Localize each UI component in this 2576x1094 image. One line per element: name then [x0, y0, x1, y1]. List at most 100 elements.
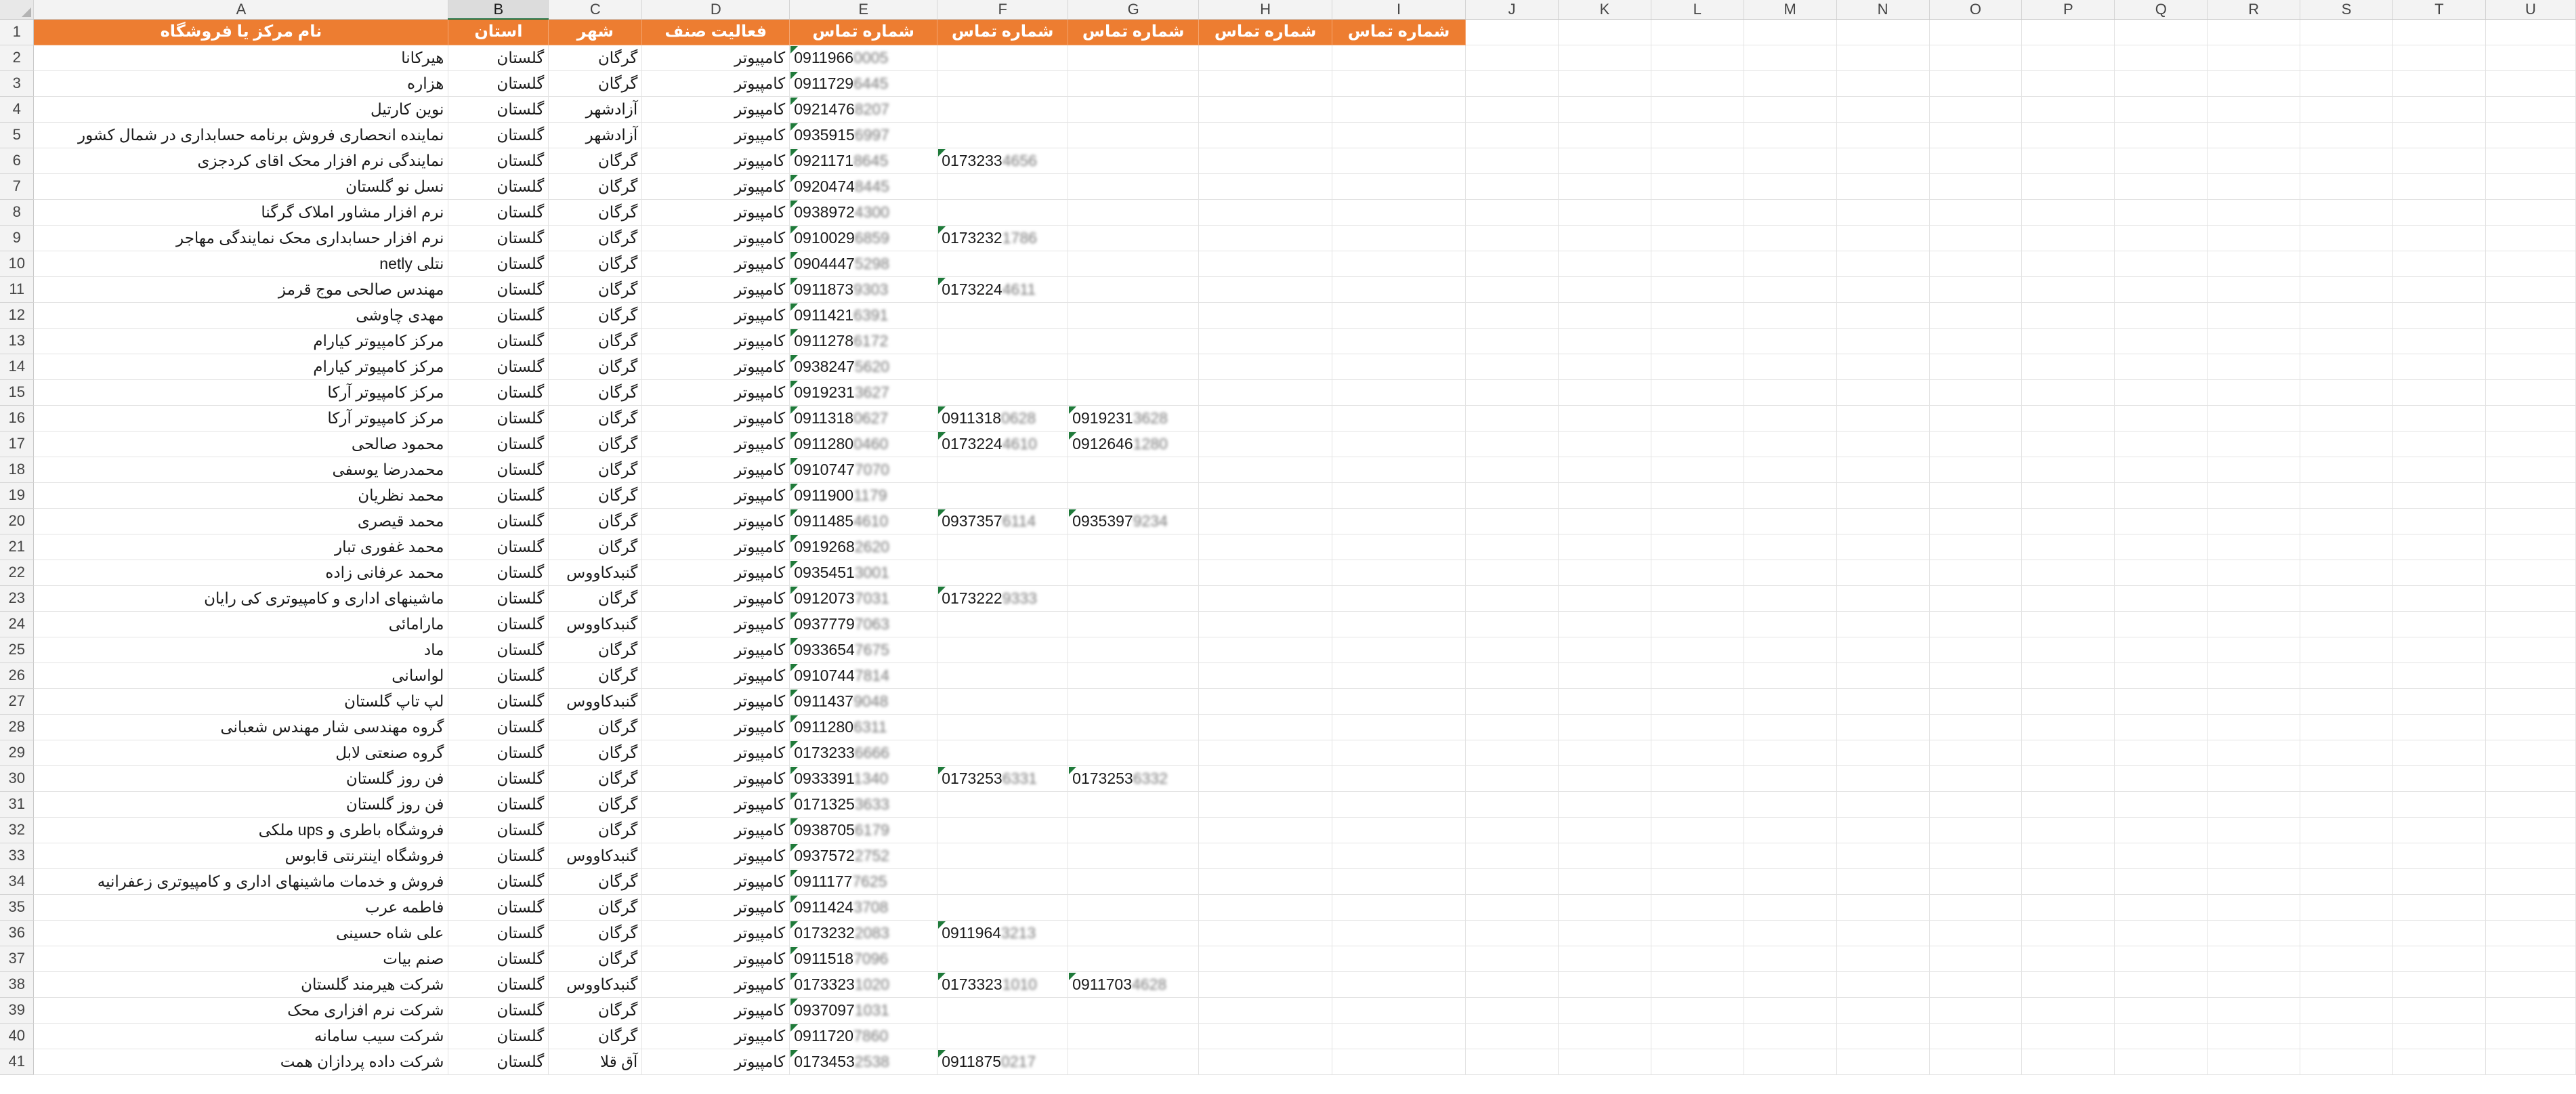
empty-cell[interactable]: [2485, 740, 2576, 766]
empty-cell[interactable]: [1558, 843, 1651, 869]
empty-cell[interactable]: [1836, 302, 1930, 329]
empty-cell[interactable]: [1651, 585, 1744, 612]
empty-cell[interactable]: [2392, 791, 2486, 818]
cell-province[interactable]: گلستان: [448, 868, 549, 895]
cell-phone-1[interactable]: 09117207860: [789, 1023, 938, 1049]
column-header-n[interactable]: N: [1836, 0, 1930, 20]
select-all-corner[interactable]: [0, 0, 35, 20]
empty-cell[interactable]: [1651, 534, 1744, 560]
empty-cell[interactable]: [1198, 997, 1333, 1024]
cell-phone-3[interactable]: [1068, 199, 1200, 226]
cell-phone-1[interactable]: 09382475620: [789, 354, 938, 380]
cell-city[interactable]: گرگان: [548, 637, 643, 663]
empty-cell[interactable]: [1465, 199, 1559, 226]
cell-phone-2[interactable]: 01732244611: [937, 276, 1069, 303]
empty-cell[interactable]: [2207, 611, 2301, 637]
empty-cell[interactable]: [1465, 405, 1559, 432]
cell-phone-1[interactable]: 09114216391: [789, 302, 938, 329]
column-header-d[interactable]: D: [641, 0, 790, 20]
empty-cell[interactable]: [2392, 688, 2486, 715]
row-number[interactable]: 25: [0, 637, 35, 663]
empty-cell[interactable]: [1332, 585, 1466, 612]
row-number[interactable]: 12: [0, 302, 35, 329]
empty-cell[interactable]: [2485, 611, 2576, 637]
empty-cell[interactable]: [1744, 971, 1837, 998]
cell-phone-1[interactable]: 09333911340: [789, 765, 938, 792]
cell-province[interactable]: گلستان: [448, 534, 549, 560]
empty-cell[interactable]: [1198, 457, 1333, 483]
empty-cell[interactable]: [2207, 225, 2301, 251]
empty-cell[interactable]: [2300, 688, 2393, 715]
cell-shop-name[interactable]: فاطمه عرب: [33, 894, 449, 921]
empty-cell[interactable]: [2114, 19, 2208, 45]
empty-cell[interactable]: [1744, 302, 1837, 329]
empty-cell[interactable]: [1465, 328, 1559, 354]
empty-cell[interactable]: [1198, 868, 1333, 895]
cell-phone-1[interactable]: 09117296445: [789, 70, 938, 97]
empty-cell[interactable]: [2300, 173, 2393, 200]
empty-cell[interactable]: [1836, 276, 1930, 303]
empty-cell[interactable]: [1198, 1023, 1333, 1049]
cell-activity[interactable]: کامپیوتر: [641, 70, 790, 97]
cell-phone-1[interactable]: 09115187096: [789, 946, 938, 972]
empty-cell[interactable]: [1198, 45, 1333, 71]
empty-cell[interactable]: [1929, 997, 2023, 1024]
empty-cell[interactable]: [2021, 791, 2115, 818]
cell-shop-name[interactable]: مارامائی: [33, 611, 449, 637]
empty-cell[interactable]: [2207, 482, 2301, 509]
cell-shop-name[interactable]: نتلی netly: [33, 251, 449, 277]
cell-province[interactable]: گلستان: [448, 482, 549, 509]
cell-province[interactable]: گلستان: [448, 920, 549, 946]
empty-cell[interactable]: [1836, 328, 1930, 354]
cell-activity[interactable]: کامپیوتر: [641, 714, 790, 740]
cell-activity[interactable]: کامپیوتر: [641, 173, 790, 200]
empty-cell[interactable]: [1465, 817, 1559, 843]
cell-phone-2[interactable]: [937, 791, 1069, 818]
cell-phone-2[interactable]: [937, 302, 1069, 329]
empty-cell[interactable]: [1929, 96, 2023, 123]
empty-cell[interactable]: [1558, 791, 1651, 818]
empty-cell[interactable]: [1198, 354, 1333, 380]
empty-cell[interactable]: [2392, 379, 2486, 406]
row-number[interactable]: 16: [0, 405, 35, 432]
cell-phone-1[interactable]: 09111777625: [789, 868, 938, 895]
row-number[interactable]: 2: [0, 45, 35, 71]
cell-province[interactable]: گلستان: [448, 791, 549, 818]
empty-cell[interactable]: [1929, 19, 2023, 45]
column-header-k[interactable]: K: [1558, 0, 1651, 20]
empty-cell[interactable]: [2207, 173, 2301, 200]
empty-cell[interactable]: [1744, 662, 1837, 689]
empty-cell[interactable]: [1929, 148, 2023, 174]
empty-cell[interactable]: [1744, 920, 1837, 946]
cell-city[interactable]: گرگان: [548, 1023, 643, 1049]
cell-shop-name[interactable]: شرکت نرم افزاری محک: [33, 997, 449, 1024]
empty-cell[interactable]: [1198, 740, 1333, 766]
empty-cell[interactable]: [1836, 843, 1930, 869]
empty-cell[interactable]: [2021, 714, 2115, 740]
cell-activity[interactable]: کامپیوتر: [641, 611, 790, 637]
cell-phone-2[interactable]: 01733231010: [937, 971, 1069, 998]
empty-cell[interactable]: [1836, 585, 1930, 612]
cell-shop-name[interactable]: مرکز کامپیوتر آرکا: [33, 405, 449, 432]
empty-cell[interactable]: [2300, 740, 2393, 766]
cell-phone-2[interactable]: 01732334656: [937, 148, 1069, 174]
cell-province[interactable]: گلستان: [448, 637, 549, 663]
cell-province[interactable]: گلستان: [448, 225, 549, 251]
empty-cell[interactable]: [2207, 302, 2301, 329]
empty-cell[interactable]: [1465, 997, 1559, 1024]
empty-cell[interactable]: [2485, 148, 2576, 174]
empty-cell[interactable]: [2392, 328, 2486, 354]
cell-shop-name[interactable]: نرم افزار حسابداری محک نمایندگی مهاجر: [33, 225, 449, 251]
empty-cell[interactable]: [2021, 637, 2115, 663]
row-number[interactable]: 1: [0, 19, 35, 45]
empty-cell[interactable]: [2300, 354, 2393, 380]
cell-phone-2[interactable]: 01732244610: [937, 431, 1069, 457]
cell-province[interactable]: گلستان: [448, 354, 549, 380]
empty-cell[interactable]: [2485, 457, 2576, 483]
empty-cell[interactable]: [1836, 1023, 1930, 1049]
empty-cell[interactable]: [1332, 328, 1466, 354]
empty-cell[interactable]: [2114, 302, 2208, 329]
empty-cell[interactable]: [1198, 379, 1333, 406]
empty-cell[interactable]: [1651, 148, 1744, 174]
empty-cell[interactable]: [1651, 122, 1744, 148]
